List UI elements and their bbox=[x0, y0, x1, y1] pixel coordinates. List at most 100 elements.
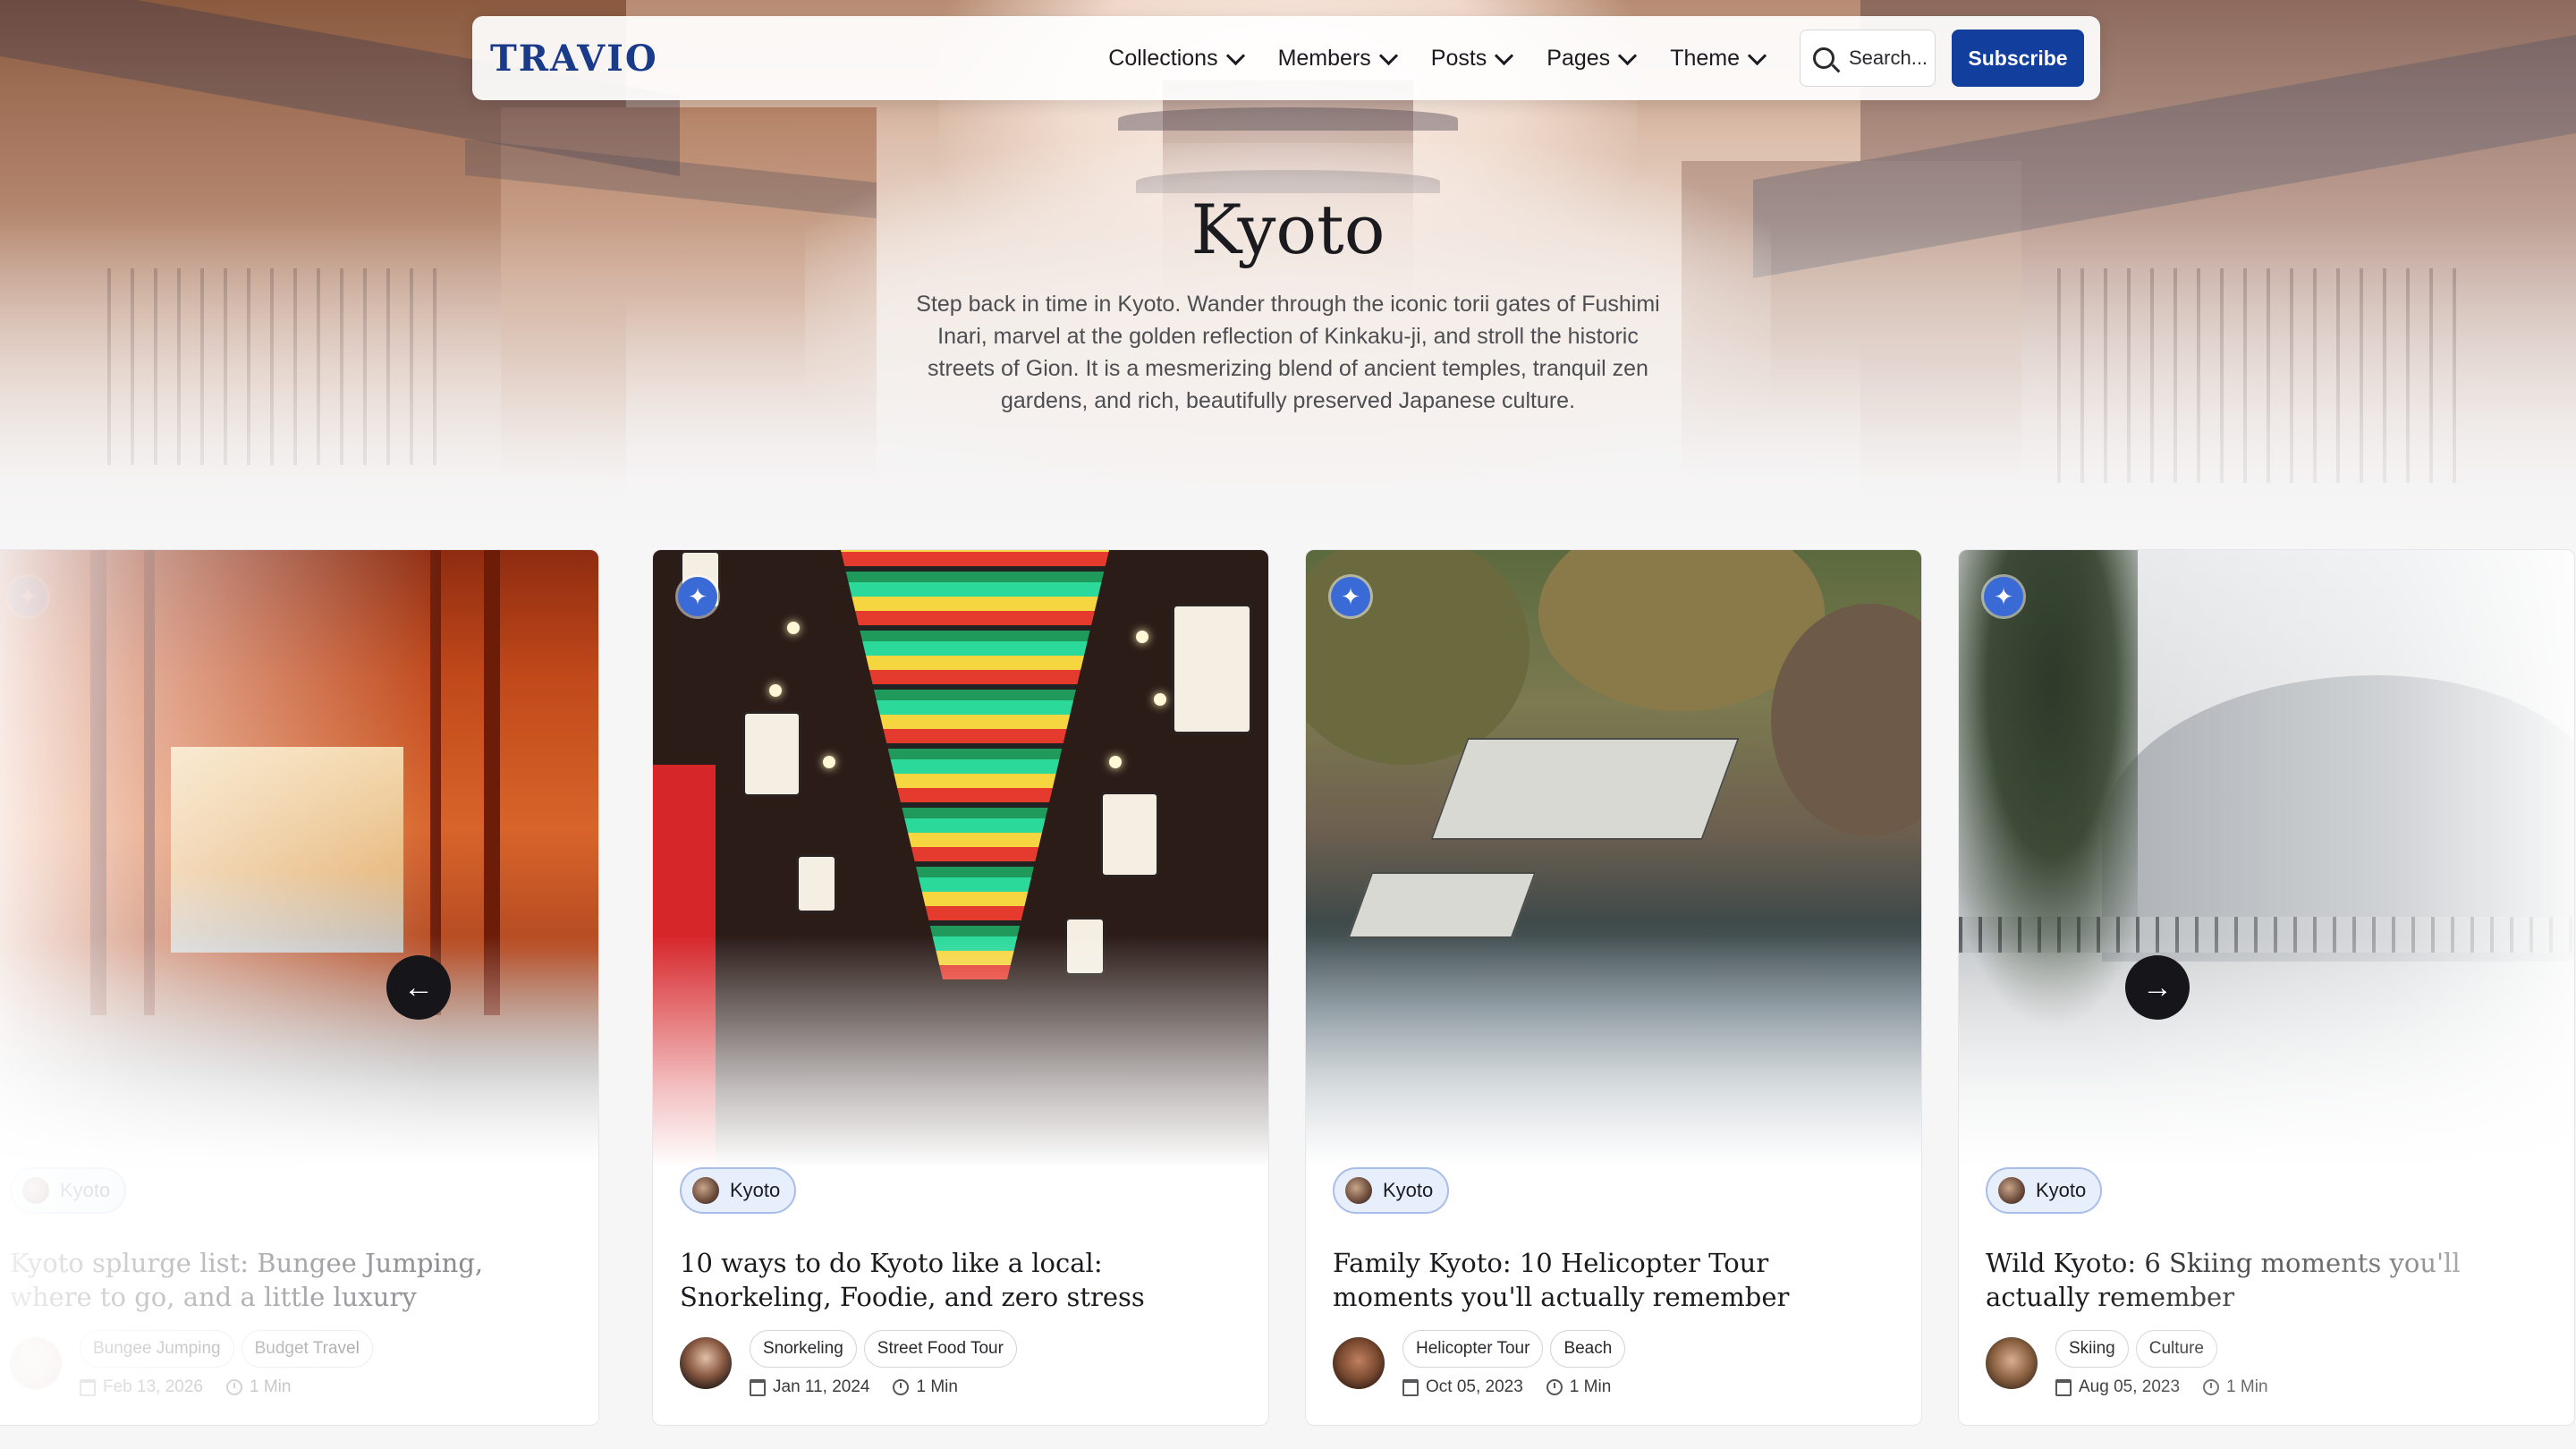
chip[interactable]: Helicopter Tour bbox=[1402, 1330, 1544, 1368]
ceiling-light bbox=[1109, 756, 1122, 768]
lantern bbox=[796, 854, 837, 913]
tag-avatar bbox=[692, 1177, 719, 1204]
post-title[interactable]: Kyoto splurge list: Bungee Jumping, wher… bbox=[10, 1246, 573, 1314]
post-chips: Helicopter Tour Beach bbox=[1402, 1330, 1632, 1368]
tag-pill[interactable]: Kyoto bbox=[680, 1167, 797, 1214]
ceiling-light bbox=[1136, 631, 1148, 643]
image-fade bbox=[653, 935, 1268, 1167]
search-button[interactable]: Search... bbox=[1800, 30, 1936, 87]
post-meta: Feb 13, 2026 1 Min bbox=[80, 1377, 291, 1397]
clock-icon bbox=[1546, 1379, 1563, 1395]
nav-pages[interactable]: Pages bbox=[1546, 45, 1638, 72]
author-avatar[interactable] bbox=[10, 1337, 62, 1389]
tag-label: Kyoto bbox=[60, 1179, 111, 1201]
post-meta: Aug 05, 2023 1 Min bbox=[2055, 1377, 2268, 1397]
author-avatar[interactable] bbox=[1333, 1337, 1385, 1389]
image-fade bbox=[1959, 935, 2574, 1167]
ceiling-light bbox=[787, 622, 800, 634]
read-time: 1 Min bbox=[2226, 1377, 2268, 1396]
chip[interactable]: Budget Travel bbox=[241, 1330, 373, 1368]
post-card-4-image[interactable] bbox=[1959, 550, 2574, 1167]
page-description: Step back in time in Kyoto. Wander throu… bbox=[916, 292, 1660, 413]
post-chips: Bungee Jumping Budget Travel bbox=[80, 1330, 380, 1368]
post-title[interactable]: 10 ways to do Kyoto like a local: Snorke… bbox=[680, 1246, 1243, 1314]
chip[interactable]: Culture bbox=[2135, 1330, 2217, 1368]
post-chips: Snorkeling Street Food Tour bbox=[750, 1330, 1024, 1368]
tag-label: Kyoto bbox=[1383, 1179, 1434, 1201]
tag-label: Kyoto bbox=[2036, 1179, 2087, 1201]
nav-theme-label: Theme bbox=[1670, 45, 1740, 71]
sparkle-icon: ✦ bbox=[1984, 577, 2023, 616]
post-date: Feb 13, 2026 bbox=[103, 1377, 203, 1396]
nav-menu: Collections Members Posts Pages Theme Se… bbox=[1108, 30, 2084, 87]
chip[interactable]: Bungee Jumping bbox=[80, 1330, 234, 1368]
nav-collections-label: Collections bbox=[1108, 45, 1218, 71]
chip[interactable]: Beach bbox=[1550, 1330, 1626, 1368]
tag-avatar bbox=[1998, 1177, 2025, 1204]
tag-pill[interactable]: Kyoto bbox=[1333, 1167, 1450, 1214]
clock-icon bbox=[2203, 1379, 2220, 1395]
image-fade bbox=[1306, 935, 1921, 1167]
author-avatar[interactable] bbox=[1986, 1337, 2038, 1389]
arrow-right-icon: → bbox=[2142, 970, 2173, 1004]
post-date: Oct 05, 2023 bbox=[1426, 1377, 1523, 1396]
chip[interactable]: Street Food Tour bbox=[863, 1330, 1017, 1368]
nav-members[interactable]: Members bbox=[1277, 45, 1398, 72]
nav-posts[interactable]: Posts bbox=[1431, 46, 1514, 72]
chip[interactable]: Skiing bbox=[2055, 1330, 2129, 1368]
tag-label: Kyoto bbox=[730, 1179, 781, 1201]
nav-members-label: Members bbox=[1277, 45, 1371, 71]
post-chips: Skiing Culture bbox=[2055, 1330, 2224, 1368]
search-label: Search... bbox=[1849, 47, 1928, 69]
top-navbar: TRAVIO Collections Members Posts Pages T… bbox=[472, 16, 2100, 100]
arcade-roof-graphic bbox=[841, 550, 1109, 979]
post-meta: Jan 11, 2024 1 Min bbox=[750, 1377, 958, 1397]
chevron-down-icon bbox=[1495, 46, 1514, 65]
nav-pages-label: Pages bbox=[1546, 45, 1611, 71]
chevron-down-icon bbox=[1378, 46, 1398, 65]
post-card-2-image[interactable] bbox=[653, 550, 1268, 1167]
read-time: 1 Min bbox=[249, 1377, 292, 1396]
clock-icon bbox=[893, 1379, 910, 1395]
carousel-prev-button[interactable]: ← bbox=[386, 955, 451, 1020]
post-date: Aug 05, 2023 bbox=[2079, 1377, 2181, 1396]
page-title: Kyoto bbox=[1191, 190, 1385, 269]
house bbox=[1347, 872, 1537, 938]
chevron-down-icon bbox=[1225, 46, 1245, 65]
lantern bbox=[1100, 792, 1159, 877]
post-card-3-image[interactable] bbox=[1306, 550, 1921, 1167]
ceiling-light bbox=[769, 684, 782, 697]
chevron-down-icon bbox=[1747, 46, 1767, 65]
author-avatar[interactable] bbox=[680, 1337, 732, 1389]
sparkle-icon: ✦ bbox=[678, 577, 717, 616]
read-time: 1 Min bbox=[916, 1377, 958, 1396]
arrow-left-icon: ← bbox=[403, 970, 434, 1004]
tag-pill[interactable]: Kyoto bbox=[10, 1167, 127, 1214]
post-card-1[interactable]: ✦ Kyoto Kyoto splurge list: Bungee Jumpi… bbox=[0, 549, 599, 1426]
post-title[interactable]: Wild Kyoto: 6 Skiing moments you'll actu… bbox=[1986, 1246, 2549, 1314]
post-meta: Oct 05, 2023 1 Min bbox=[1402, 1377, 1611, 1397]
post-card-1-image[interactable] bbox=[0, 550, 598, 1167]
post-card-4[interactable]: ✦ Kyoto Wild Kyoto: 6 Skiing moments you… bbox=[1958, 549, 2575, 1426]
calendar-icon bbox=[750, 1378, 766, 1396]
ceiling-light bbox=[823, 756, 835, 768]
post-date: Jan 11, 2024 bbox=[773, 1377, 870, 1396]
sparkle-icon: ✦ bbox=[8, 577, 47, 616]
site-logo[interactable]: TRAVIO bbox=[490, 38, 658, 80]
chip[interactable]: Snorkeling bbox=[750, 1330, 857, 1368]
sparkle-icon: ✦ bbox=[1331, 577, 1370, 616]
image-fade bbox=[0, 935, 598, 1167]
tag-avatar bbox=[22, 1177, 49, 1204]
tag-avatar bbox=[1345, 1177, 1372, 1204]
post-title[interactable]: Family Kyoto: 10 Helicopter Tour moments… bbox=[1333, 1246, 1896, 1314]
nav-theme[interactable]: Theme bbox=[1670, 45, 1767, 72]
tag-pill[interactable]: Kyoto bbox=[1986, 1167, 2103, 1214]
ceiling-light bbox=[1154, 693, 1166, 706]
post-card-2[interactable]: ✦ Kyoto 10 ways to do Kyoto like a local… bbox=[652, 549, 1269, 1426]
calendar-icon bbox=[1402, 1378, 1419, 1396]
nav-collections[interactable]: Collections bbox=[1108, 45, 1245, 72]
subscribe-button[interactable]: Subscribe bbox=[1952, 30, 2084, 87]
search-icon bbox=[1813, 47, 1835, 69]
post-card-3[interactable]: ✦ Kyoto Family Kyoto: 10 Helicopter Tour… bbox=[1305, 549, 1922, 1426]
carousel-next-button[interactable]: → bbox=[2125, 955, 2190, 1020]
